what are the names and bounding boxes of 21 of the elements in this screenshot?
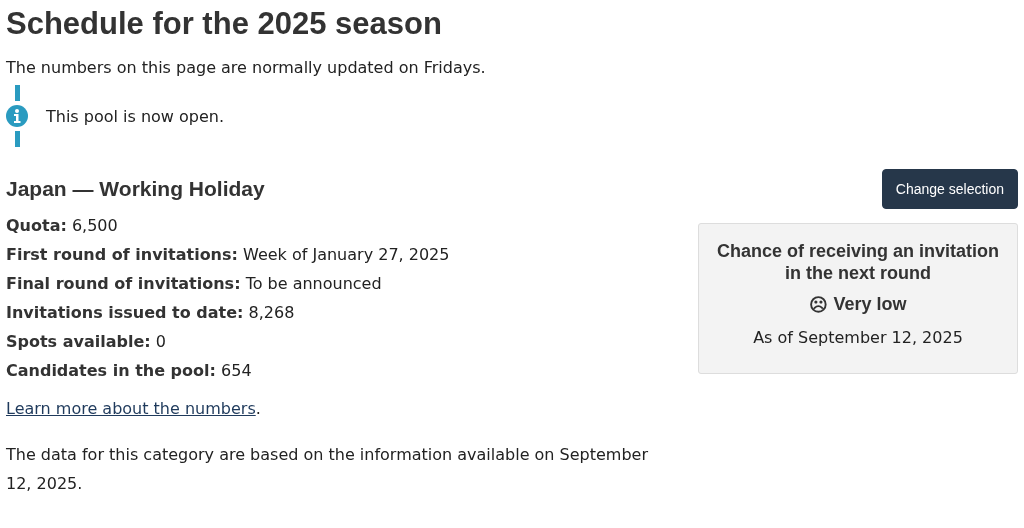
category-heading: Japan — Working Holiday [6,177,266,201]
learn-more-text: Learn more about the numbers. [6,399,262,418]
as-of-date: As of September 12, 2025 [752,328,964,347]
fact-line: Spots available: 0 [6,331,167,352]
chance-heading: Chance of receiving an invitation in the next round [715,240,1001,284]
fact-line: Candidates in the pool: 654 [6,360,253,381]
fact-line: Final round of invitations: To be announced [6,273,383,294]
learn-more-link[interactable]: Learn more about the numbers [6,399,256,418]
footnote-text: The data for this category are based on the information available on September 12, 2025. [6,444,650,495]
info-icon [6,105,28,127]
sad-face-icon: ☹ [809,294,829,316]
fact-line: Invitations issued to date: 8,268 [6,302,296,323]
page-title: Schedule for the 2025 season [6,6,443,42]
notice-text: This pool is now open. [46,106,225,126]
chance-rating: Very low [833,294,907,316]
accent-bar [14,131,20,147]
fact-line: Quota: 6,500 [6,215,119,236]
change-selection-button[interactable]: Change selection [881,169,1018,209]
fact-line: First round of invitations: Week of January 27, 2025 [6,244,451,265]
accent-bar [14,85,20,101]
intro-text: The numbers on this page are normally updated on Fridays. [6,58,487,77]
